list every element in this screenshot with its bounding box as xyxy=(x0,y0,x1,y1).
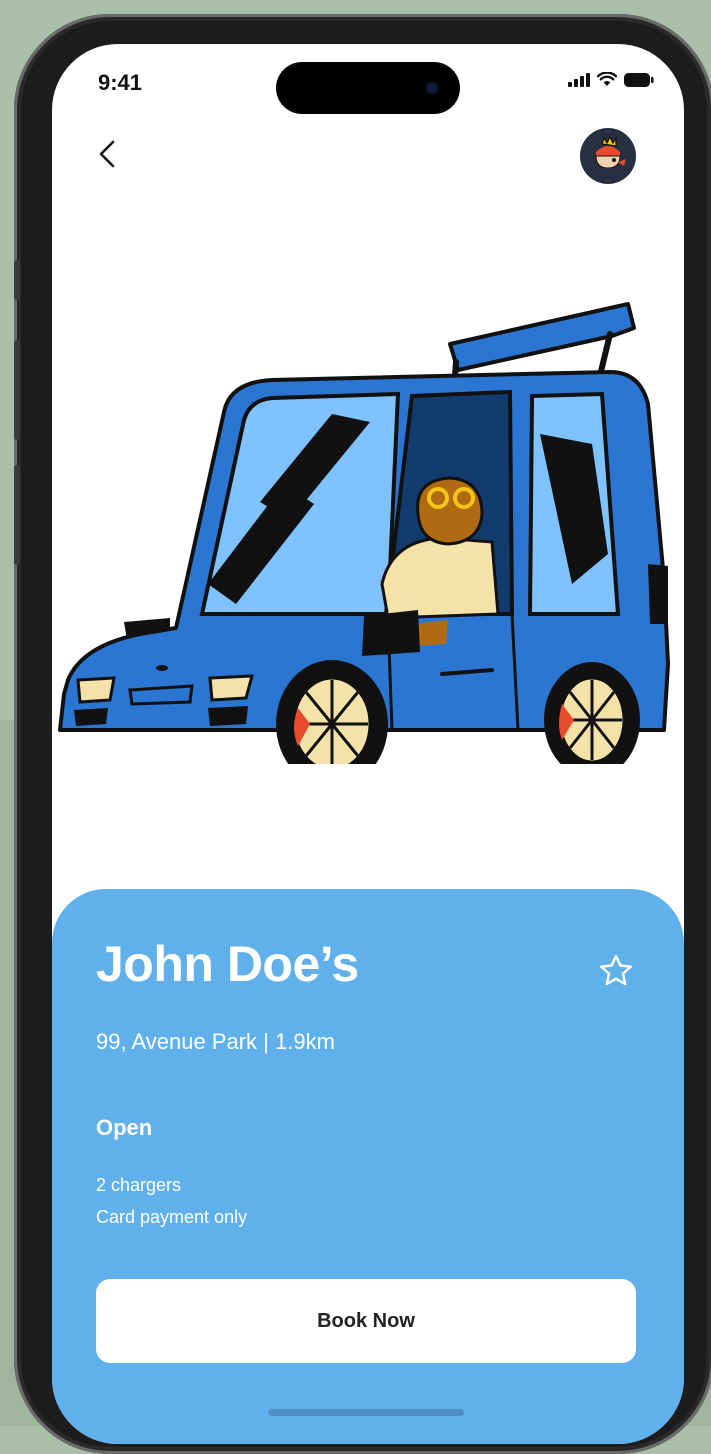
signal-icon xyxy=(568,73,590,87)
chevron-left-icon[interactable] xyxy=(88,134,128,174)
volume-down-button xyxy=(14,465,20,565)
star-outline-icon[interactable] xyxy=(596,951,636,991)
book-now-button[interactable]: Book Now xyxy=(96,1279,636,1363)
volume-up-button xyxy=(14,340,20,440)
car-illustration xyxy=(58,302,670,764)
status-time: 9:41 xyxy=(98,70,143,95)
camera-dot xyxy=(426,82,438,94)
wifi-icon xyxy=(597,72,617,86)
status-icons xyxy=(568,72,654,87)
station-status: Open xyxy=(96,1115,153,1140)
battery-icon xyxy=(624,73,654,87)
charger-count: 2 chargers xyxy=(96,1175,182,1195)
station-name: John Doe’s xyxy=(96,936,359,992)
character-avatar-icon xyxy=(595,135,626,169)
home-indicator xyxy=(268,1409,464,1416)
payment-info: Card payment only xyxy=(96,1207,248,1227)
user-avatar[interactable] xyxy=(580,128,636,184)
phone-screen: 9:41 John Doe’s 99, Avenue Park | 1.9km … xyxy=(52,44,684,1444)
station-address: 99, Avenue Park | 1.9km xyxy=(96,1029,335,1054)
action-button xyxy=(14,260,20,300)
dynamic-island xyxy=(276,62,460,114)
station-info-card: John Doe’s 99, Avenue Park | 1.9km Open … xyxy=(52,889,684,1444)
